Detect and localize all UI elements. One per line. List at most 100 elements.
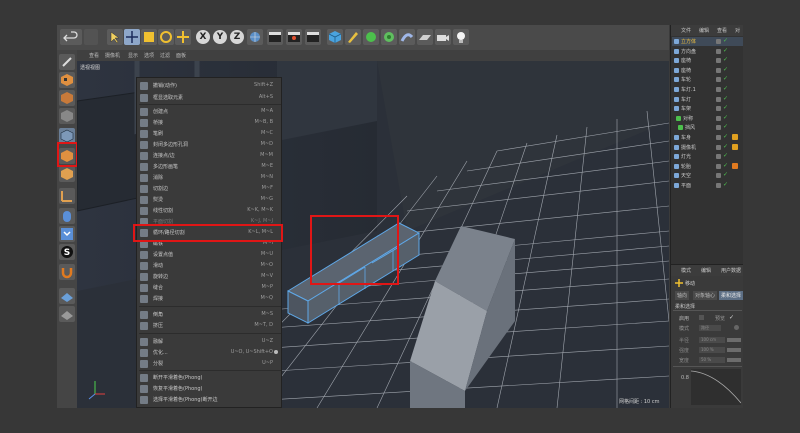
enable-checkmark-icon[interactable]: ✓ bbox=[723, 171, 728, 178]
object-tag-icon[interactable] bbox=[732, 143, 738, 150]
object-name[interactable]: 轮胎 bbox=[681, 163, 691, 170]
light-button[interactable] bbox=[453, 29, 469, 45]
object-row[interactable]: 立方体 ✓ bbox=[672, 37, 743, 46]
attr-subtab-object-axis[interactable]: 对象轴心 bbox=[693, 291, 718, 300]
object-row[interactable]: 座椅 ✓ bbox=[672, 56, 743, 65]
enable-checkmark-icon[interactable]: ✓ bbox=[723, 114, 728, 121]
render-settings-button[interactable] bbox=[305, 29, 321, 45]
object-row[interactable]: 车身 ✓ bbox=[672, 133, 743, 142]
y-axis-lock[interactable]: Y bbox=[213, 30, 227, 44]
enable-checkmark-icon[interactable]: ✓ bbox=[723, 37, 728, 44]
strength-slider[interactable] bbox=[727, 348, 741, 352]
context-menu-item[interactable]: 桥接 M~B, B bbox=[137, 118, 283, 128]
polygons-mode-button[interactable] bbox=[59, 166, 75, 182]
preview-checkmark[interactable]: ✓ bbox=[729, 314, 734, 321]
solo-button[interactable]: S bbox=[59, 244, 75, 260]
viewport-menu-camera[interactable]: 摄像机 bbox=[105, 52, 120, 59]
enable-checkmark-icon[interactable]: ✓ bbox=[723, 95, 728, 102]
object-row[interactable]: 天空 ✓ bbox=[672, 171, 743, 180]
object-name[interactable]: 天空 bbox=[681, 172, 691, 179]
context-menu-item[interactable]: 旋转边 M~V bbox=[137, 272, 283, 282]
deformer-button[interactable] bbox=[399, 29, 415, 45]
attr-subtab-soft-selection[interactable]: 柔和选择 bbox=[719, 291, 743, 300]
scale-tool-button[interactable] bbox=[141, 29, 157, 45]
visibility-toggle[interactable] bbox=[716, 106, 721, 112]
object-tag-icon[interactable] bbox=[732, 162, 738, 169]
context-menu-item[interactable]: 缝合 M~P bbox=[137, 283, 283, 293]
context-menu-item[interactable]: 选择平滑着色(Phong)断开边 bbox=[137, 395, 283, 405]
context-menu-item[interactable]: 熨烫 M~G bbox=[137, 195, 283, 205]
workplane-button[interactable] bbox=[59, 288, 75, 304]
object-name[interactable]: 车身 bbox=[681, 134, 691, 141]
environment-button[interactable] bbox=[417, 29, 433, 45]
tweak-mode-button[interactable] bbox=[59, 208, 75, 224]
z-axis-lock[interactable]: Z bbox=[230, 30, 244, 44]
context-menu-item[interactable]: 倒角 M~S bbox=[137, 310, 283, 320]
move-tool-button[interactable] bbox=[124, 29, 140, 45]
visibility-toggle[interactable] bbox=[716, 163, 721, 169]
object-name[interactable]: 车轮 bbox=[681, 76, 691, 83]
visibility-toggle[interactable] bbox=[716, 135, 721, 140]
visibility-toggle[interactable] bbox=[716, 96, 721, 102]
context-menu-item[interactable]: 消除 M~N bbox=[137, 173, 283, 183]
object-row[interactable]: 车架 ✓ bbox=[672, 104, 743, 113]
object-row[interactable]: 车灯.1 ✓ bbox=[672, 85, 743, 94]
object-row[interactable]: 车轮 ✓ bbox=[672, 75, 743, 84]
object-name[interactable]: 车架 bbox=[681, 105, 691, 112]
attr-subtab-axis[interactable]: 轴向 bbox=[675, 291, 690, 300]
width-slider[interactable] bbox=[727, 358, 741, 362]
rotate-tool-button[interactable] bbox=[158, 29, 174, 45]
coordinate-system-button[interactable] bbox=[247, 29, 263, 45]
falloff-graph[interactable] bbox=[691, 369, 741, 405]
object-name[interactable]: 对称 bbox=[683, 115, 693, 122]
enable-checkmark-icon[interactable]: ✓ bbox=[723, 123, 728, 130]
options-dot-icon[interactable] bbox=[274, 350, 278, 354]
enable-checkmark-icon[interactable]: ✓ bbox=[723, 104, 728, 111]
viewport-menu-filter[interactable]: 过滤 bbox=[160, 52, 170, 59]
make-editable-button[interactable] bbox=[59, 54, 75, 70]
context-menu-item[interactable]: 融解 U~Z bbox=[137, 337, 283, 347]
object-name[interactable]: 方向盘 bbox=[681, 48, 696, 55]
object-row[interactable]: 对称 ✓ bbox=[672, 114, 743, 123]
object-name[interactable]: 车灯 bbox=[681, 96, 691, 103]
array-button[interactable] bbox=[381, 29, 397, 45]
object-row[interactable]: 车灯 ✓ bbox=[672, 95, 743, 104]
radius-slider[interactable] bbox=[727, 338, 741, 342]
recent-tool-button[interactable] bbox=[175, 29, 191, 45]
attr-menu-edit[interactable]: 编辑 bbox=[701, 267, 711, 274]
visibility-toggle[interactable] bbox=[716, 48, 721, 54]
enable-checkmark-icon[interactable]: ✓ bbox=[723, 181, 728, 188]
object-name[interactable]: 立方体 bbox=[681, 38, 696, 45]
enable-checkmark-icon[interactable]: ✓ bbox=[723, 133, 728, 140]
render-view-button[interactable] bbox=[267, 29, 283, 45]
attr-menu-userdata[interactable]: 用户数据 bbox=[721, 267, 741, 274]
om-menu-edit[interactable]: 编辑 bbox=[699, 27, 709, 34]
visibility-toggle[interactable] bbox=[716, 87, 721, 92]
context-menu-item[interactable]: 笔刷 M~C bbox=[137, 129, 283, 139]
enable-checkmark-icon[interactable]: ✓ bbox=[723, 143, 728, 150]
context-menu-item[interactable]: 挤压 M~T, D bbox=[137, 321, 283, 331]
context-menu-item[interactable]: 连接点/边 M~M bbox=[137, 151, 283, 161]
undo-button[interactable] bbox=[60, 29, 82, 45]
locked-workplane-button[interactable] bbox=[59, 306, 75, 322]
enable-checkmark-icon[interactable]: ✓ bbox=[723, 47, 728, 54]
live-select-button[interactable] bbox=[107, 29, 123, 45]
enable-checkmark-icon[interactable]: ✓ bbox=[723, 162, 728, 169]
camera-button[interactable] bbox=[435, 29, 451, 45]
object-name[interactable]: 灯光 bbox=[681, 153, 691, 160]
render-picture-viewer-button[interactable] bbox=[286, 29, 302, 45]
context-menu-item[interactable]: 设置点值 M~U bbox=[137, 250, 283, 260]
spline-pen-button[interactable] bbox=[345, 29, 361, 45]
om-menu-file[interactable]: 文件 bbox=[681, 27, 691, 34]
workplane-mode-button[interactable] bbox=[59, 108, 75, 124]
width-field[interactable]: 50 % bbox=[699, 357, 725, 363]
subdivision-button[interactable] bbox=[363, 29, 379, 45]
cube-primitive-button[interactable] bbox=[327, 29, 343, 45]
context-menu-item[interactable]: 线性切割 K~K, M~K bbox=[137, 206, 283, 216]
context-menu-item[interactable]: 焊接 M~Q bbox=[137, 294, 283, 304]
strength-field[interactable]: 100 % bbox=[699, 347, 725, 353]
context-menu-item[interactable]: 多边形画笔 M~E bbox=[137, 162, 283, 172]
snap-button[interactable] bbox=[59, 226, 75, 242]
object-name[interactable]: 座椅 bbox=[681, 57, 691, 64]
visibility-toggle[interactable] bbox=[716, 58, 721, 64]
